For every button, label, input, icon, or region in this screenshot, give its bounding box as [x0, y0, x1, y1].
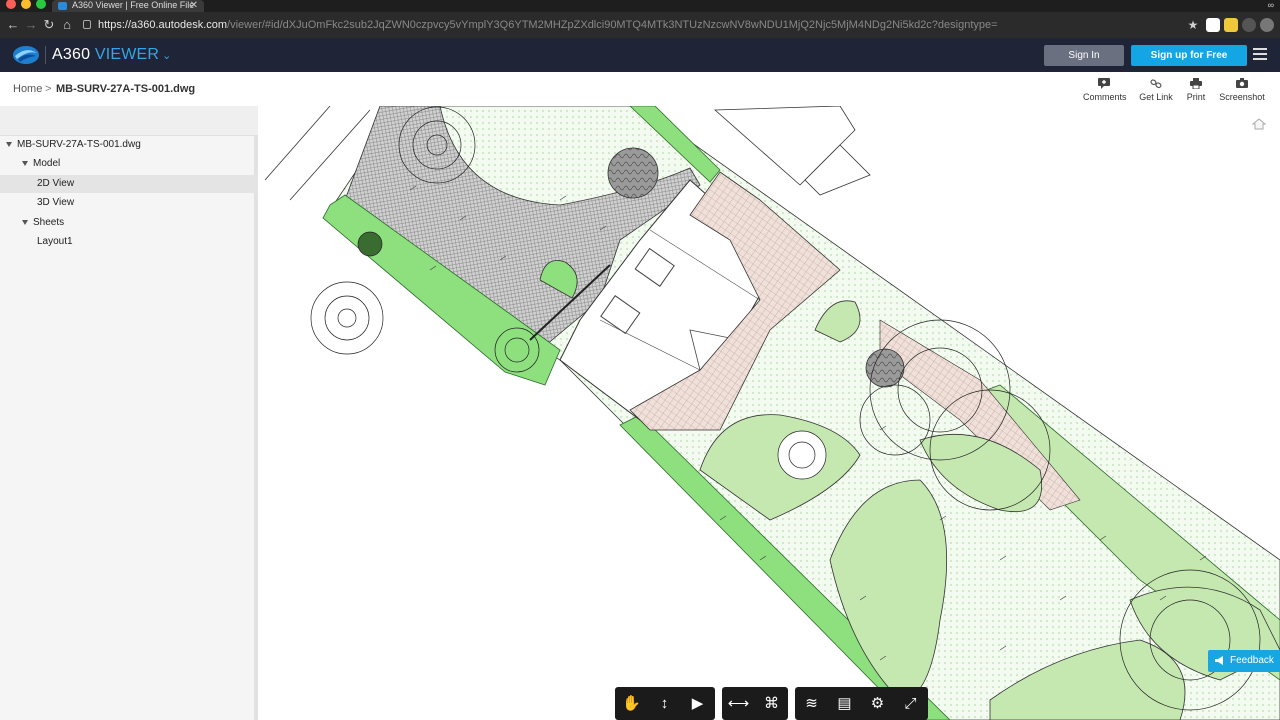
- navigation-toolbar: ✋ ↕ ▶: [615, 687, 715, 720]
- bookmark-star-icon[interactable]: ★: [1184, 16, 1202, 34]
- measure-ruler-icon[interactable]: ⟷: [722, 687, 755, 720]
- collapse-triangle-icon[interactable]: [22, 219, 28, 225]
- layers-icon[interactable]: ≋: [795, 687, 828, 720]
- collapse-triangle-icon[interactable]: [6, 141, 12, 147]
- comments-label: Comments: [1083, 92, 1127, 102]
- breadcrumb-separator: >: [45, 83, 52, 95]
- fullscreen-icon[interactable]: ⤢: [894, 687, 927, 720]
- tree-layout1-label: Layout1: [37, 236, 73, 247]
- tab-close-icon[interactable]: ✕: [190, 0, 198, 11]
- a360-logo-icon[interactable]: [12, 44, 40, 66]
- tree-item-file[interactable]: MB-SURV-27A-TS-001.dwg: [6, 136, 141, 154]
- url-host: https://a360.autodesk.com: [98, 19, 228, 31]
- model-structure-icon[interactable]: ⌘: [755, 687, 788, 720]
- brand-viewer: VIEWER: [94, 46, 160, 63]
- url-field[interactable]: https://a360.autodesk.com/viewer/#id/dXJ…: [80, 15, 1200, 35]
- printer-icon: [1189, 78, 1203, 90]
- tree-sheets-label: Sheets: [33, 217, 65, 228]
- zoom-arrows-icon[interactable]: ↕: [648, 687, 681, 720]
- extension-sync-icon[interactable]: [1242, 18, 1256, 32]
- maximize-window-icon[interactable]: [36, 0, 46, 9]
- feedback-label: Feedback: [1230, 655, 1274, 666]
- camera-view-icon[interactable]: ▶: [681, 687, 714, 720]
- properties-icon[interactable]: ▤: [828, 687, 861, 720]
- home-icon[interactable]: ⌂: [58, 16, 76, 34]
- pan-hand-icon[interactable]: ✋: [615, 687, 648, 720]
- breadcrumb-file-name: MB-SURV-27A-TS-001.dwg: [56, 83, 196, 95]
- comments-button[interactable]: Comments: [1083, 78, 1127, 102]
- reload-icon[interactable]: ↻: [40, 16, 58, 34]
- address-bar-row: ← → ↻ ⌂ https://a360.autodesk.com/viewer…: [0, 12, 1280, 38]
- megaphone-icon: [1215, 656, 1223, 665]
- menu-hamburger-icon[interactable]: [1253, 48, 1267, 62]
- brand-a360: A360: [52, 46, 91, 63]
- a360-favicon-icon: [58, 2, 67, 10]
- view-home-icon[interactable]: [1252, 118, 1266, 130]
- app-brand[interactable]: A360 VIEWER ⌄: [52, 46, 172, 65]
- tree-2d-label: 2D View: [37, 178, 75, 189]
- browser-tab-bar: A360 Viewer | Free Online File ✕ ∞: [0, 0, 1280, 12]
- breadcrumb-home-link[interactable]: Home: [13, 83, 42, 95]
- print-button[interactable]: Print: [1185, 78, 1207, 102]
- tree-model-label: Model: [33, 158, 61, 169]
- extension-note-icon[interactable]: [1224, 18, 1238, 32]
- camera-icon: [1235, 78, 1249, 89]
- screenshot-label: Screenshot: [1219, 92, 1265, 102]
- tree-item-2d-view[interactable]: 2D View: [37, 175, 74, 193]
- tree-item-3d-view[interactable]: 3D View: [37, 194, 74, 212]
- tree-item-sheets[interactable]: Sheets: [22, 214, 64, 232]
- extension-chrome-icon[interactable]: [1260, 18, 1274, 32]
- get-link-label: Get Link: [1139, 92, 1173, 102]
- tree-file-label: MB-SURV-27A-TS-001.dwg: [17, 139, 141, 150]
- tab-title: A360 Viewer | Free Online File: [72, 0, 195, 10]
- url-path: /viewer/#id/dXJuOmFkc2sub2JqZWN0czpvcy5v…: [227, 19, 998, 31]
- feedback-button[interactable]: Feedback: [1208, 650, 1280, 672]
- close-window-icon[interactable]: [6, 0, 16, 9]
- tree-item-layout1[interactable]: Layout1: [37, 233, 73, 251]
- measure-toolbar: ⟷ ⌘: [722, 687, 788, 720]
- screenshot-button[interactable]: Screenshot: [1219, 78, 1265, 102]
- lock-icon: [83, 20, 91, 29]
- sign-in-button[interactable]: Sign In: [1044, 45, 1124, 66]
- model-browser-header: [0, 106, 258, 136]
- forward-arrow-icon[interactable]: →: [22, 16, 40, 34]
- incognito-icon: ∞: [1267, 0, 1274, 10]
- chevron-down-icon: ⌄: [162, 50, 172, 62]
- link-icon: [1149, 78, 1163, 89]
- drawing-canvas[interactable]: [262, 106, 1280, 720]
- collapse-triangle-icon[interactable]: [22, 160, 28, 166]
- settings-toolbar: ≋ ▤ ⚙ ⤢: [795, 687, 928, 720]
- settings-gear-icon[interactable]: ⚙: [861, 687, 894, 720]
- landscape-plan-drawing: [264, 106, 1280, 720]
- comment-plus-icon: [1097, 78, 1111, 89]
- tree-item-model[interactable]: Model: [22, 155, 60, 173]
- get-link-button[interactable]: Get Link: [1139, 78, 1173, 102]
- tree-3d-label: 3D View: [37, 197, 75, 208]
- sign-up-button[interactable]: Sign up for Free: [1131, 45, 1247, 66]
- print-label: Print: [1186, 92, 1206, 102]
- header-divider: [45, 46, 46, 64]
- browser-tab[interactable]: A360 Viewer | Free Online File ✕: [52, 0, 204, 12]
- extension-plus-icon[interactable]: [1206, 18, 1220, 32]
- back-arrow-icon[interactable]: ←: [4, 16, 22, 34]
- minimize-window-icon[interactable]: [21, 0, 31, 9]
